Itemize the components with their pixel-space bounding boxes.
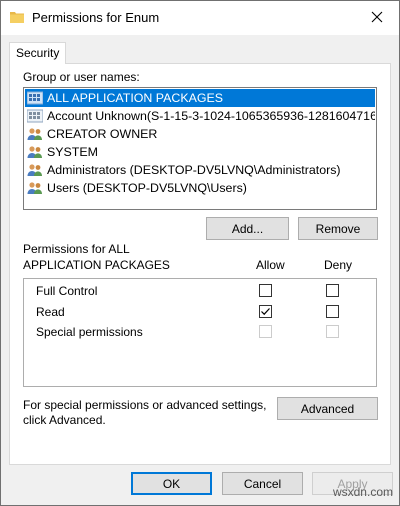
folder-icon: [10, 11, 24, 23]
cancel-button[interactable]: Cancel: [222, 472, 303, 495]
list-item[interactable]: CREATOR OWNER: [25, 125, 375, 143]
permissions-list: Full Control Read Special permissions: [23, 278, 377, 387]
users-group-icon: [27, 181, 43, 195]
list-item[interactable]: Users (DESKTOP-DV5LVNQ\Users): [25, 179, 375, 197]
permissions-header-line1: Permissions for ALL: [23, 242, 130, 256]
window-title: Permissions for Enum: [32, 10, 160, 25]
close-button[interactable]: [355, 1, 399, 35]
permission-name: Special permissions: [36, 325, 143, 339]
remove-button[interactable]: Remove: [298, 217, 378, 240]
full-control-allow-checkbox[interactable]: [259, 284, 272, 297]
ok-button[interactable]: OK: [131, 472, 212, 495]
list-item[interactable]: Account Unknown(S-1-15-3-1024-1065365936…: [25, 107, 375, 125]
permission-name: Read: [36, 305, 65, 319]
advanced-button[interactable]: Advanced: [277, 397, 378, 420]
read-deny-checkbox[interactable]: [326, 305, 339, 318]
allow-column-header: Allow: [256, 258, 285, 272]
security-tab-panel: Group or user names: ALL APPLICATION PAC…: [9, 63, 391, 465]
read-allow-checkbox[interactable]: [259, 305, 272, 318]
special-permissions-allow-checkbox: [259, 325, 272, 338]
user-name: Users (DESKTOP-DV5LVNQ\Users): [47, 181, 247, 195]
list-item[interactable]: Administrators (DESKTOP-DV5LVNQ\Administ…: [25, 161, 375, 179]
user-name: CREATOR OWNER: [47, 127, 158, 141]
user-listbox[interactable]: ALL APPLICATION PACKAGES Account Unknown…: [23, 87, 377, 210]
user-name: SYSTEM: [47, 145, 98, 159]
title-bar: Permissions for Enum: [1, 1, 399, 35]
users-group-icon: [27, 127, 43, 141]
advanced-hint-line2: click Advanced.: [23, 413, 106, 427]
user-name: Administrators (DESKTOP-DV5LVNQ\Administ…: [47, 163, 341, 177]
permission-name: Full Control: [36, 284, 98, 298]
checkmark-icon: [261, 308, 270, 316]
group-label: Group or user names:: [23, 70, 140, 84]
tab-security[interactable]: Security: [9, 42, 67, 64]
permissions-header-line2: APPLICATION PACKAGES: [23, 258, 170, 272]
close-icon: [371, 11, 383, 26]
app-packages-icon: [27, 91, 43, 105]
advanced-hint-line1: For special permissions or advanced sett…: [23, 398, 267, 412]
user-name: ALL APPLICATION PACKAGES: [47, 91, 224, 105]
list-item[interactable]: ALL APPLICATION PACKAGES: [25, 89, 375, 107]
users-group-icon: [27, 163, 43, 177]
deny-column-header: Deny: [324, 258, 353, 272]
user-name: Account Unknown(S-1-15-3-1024-1065365936…: [47, 109, 375, 123]
watermark: wsxdn.com: [332, 485, 393, 499]
unknown-account-icon: [27, 109, 43, 123]
special-permissions-deny-checkbox: [326, 325, 339, 338]
list-item[interactable]: SYSTEM: [25, 143, 375, 161]
users-group-icon: [27, 145, 43, 159]
full-control-deny-checkbox[interactable]: [326, 284, 339, 297]
permissions-dialog: Permissions for Enum Security Group or u…: [0, 0, 400, 506]
add-button[interactable]: Add...: [206, 217, 289, 240]
